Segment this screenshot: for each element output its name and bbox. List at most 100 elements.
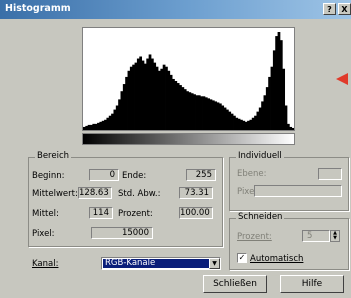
dropdown-arrow-icon[interactable]: ▼: [209, 258, 220, 269]
histogram-bar: [197, 95, 201, 130]
histogram-bar: [204, 97, 208, 130]
histogram-bar: [200, 96, 203, 130]
histogram-bar: [181, 87, 185, 131]
histogram-bar: [221, 105, 225, 130]
histogram-bar: [247, 120, 250, 130]
histogram-bar: [113, 109, 117, 130]
histogram-bar: [129, 66, 133, 130]
std-label: Std. Abw.:: [118, 189, 161, 199]
beginn-label: Beginn:: [32, 171, 65, 181]
histogram-bar: [258, 107, 262, 130]
histogram-bar: [188, 92, 192, 130]
histogram-bar: [134, 62, 138, 131]
histogram-bar: [153, 62, 157, 131]
histogram-bar: [286, 123, 290, 131]
kanal-label: Kanal:: [32, 259, 59, 269]
histogram-bar: [270, 66, 274, 130]
histogram-bar: [143, 63, 147, 130]
histogram-bar: [268, 76, 271, 130]
close-button[interactable]: Schließen: [203, 275, 267, 293]
schneiden-prozent-label: Prozent:: [237, 232, 272, 242]
std-value: 73.31: [179, 187, 213, 199]
histogram-bar: [282, 68, 286, 130]
histogram-bar: [169, 74, 173, 131]
histogram-bar: [256, 111, 260, 131]
histogram-bar: [104, 119, 107, 130]
histogram-bar: [97, 122, 100, 130]
histogram-bar: [122, 84, 126, 130]
histogram-bar: [115, 105, 119, 130]
ebene-value: [318, 168, 342, 180]
help-title-button[interactable]: ?: [323, 3, 336, 15]
prozent-spinner[interactable]: ▲ ▼: [330, 230, 340, 242]
histogram-bar: [265, 87, 269, 131]
histogram-bar: [136, 58, 140, 130]
red-arrow-icon: [336, 73, 348, 85]
mittel-value: 114: [89, 207, 113, 219]
histogram-bar: [284, 105, 288, 130]
histogram-bar: [111, 113, 114, 130]
histogram-bar: [90, 124, 93, 130]
prozent-value: 100.00: [179, 207, 213, 219]
histogram-bar: [146, 58, 150, 130]
histogram-bar: [214, 101, 218, 130]
histogram-bar: [141, 60, 145, 130]
individuell-title: Individuell: [236, 151, 284, 161]
histogram-bar: [249, 119, 253, 130]
ebene-label: Ebene:: [237, 169, 267, 179]
histogram-bar: [165, 66, 168, 130]
histogram-bar: [230, 113, 234, 130]
histogram-bar: [120, 91, 124, 130]
kanal-select[interactable]: RGB-Kanäle ▼: [101, 257, 221, 270]
automatisch-checkbox[interactable]: ✓: [237, 253, 247, 263]
histogram-bar: [106, 117, 110, 130]
bereich-title: Bereich: [35, 151, 72, 161]
histogram-bar: [85, 125, 89, 130]
histogram-bar: [228, 111, 232, 131]
mittelwert-label: Mittelwert:: [32, 189, 78, 199]
histogram-chart: [83, 32, 295, 131]
mittelwert-value: 128.63: [78, 187, 112, 199]
individuell-group: Individuell: [229, 151, 349, 211]
kanal-selected-value[interactable]: RGB-Kanäle: [103, 259, 209, 268]
tonal-gradient-bar: [82, 133, 295, 145]
histogram-bar: [158, 70, 161, 130]
histogram-bar: [92, 123, 96, 131]
histogram-bar: [162, 64, 166, 130]
histogram-bar: [99, 121, 103, 130]
histogram-bar: [155, 66, 159, 130]
automatisch-label[interactable]: Automatisch: [250, 254, 303, 264]
histogram-dialog: Histogramm ? X Bereich Beginn: 0 Ende: 2…: [0, 0, 351, 298]
histogram-bar: [263, 95, 267, 130]
histogram-bar: [94, 123, 98, 131]
histogram-bar: [240, 119, 243, 130]
histogram-bar: [132, 64, 135, 130]
schneiden-prozent-field[interactable]: 5: [302, 230, 330, 242]
histogram-bar: [172, 78, 175, 130]
histogram-bar: [242, 120, 246, 130]
histogram-bar: [223, 107, 227, 130]
histogram-bar: [279, 40, 283, 130]
help-button[interactable]: Hilfe: [280, 275, 344, 293]
histogram-bar: [289, 126, 293, 130]
histogram-bar: [190, 93, 194, 130]
histogram-bar: [251, 117, 255, 130]
histogram-bar: [272, 50, 276, 131]
histogram-bar: [275, 36, 278, 130]
title-bar[interactable]: Histogramm ? X: [0, 0, 351, 19]
beginn-value: 0: [89, 169, 119, 181]
histogram-bar: [160, 68, 164, 130]
close-title-button[interactable]: X: [338, 3, 351, 15]
histogram-bar: [108, 115, 112, 130]
histogram-bar: [148, 54, 152, 130]
histogram-bar: [218, 103, 222, 130]
histogram-bar: [244, 121, 248, 130]
histogram-bar: [193, 94, 196, 130]
ende-label: Ende:: [122, 171, 147, 181]
histogram-bar: [291, 127, 295, 130]
histogram-bar: [101, 120, 105, 130]
histogram-bar: [167, 70, 171, 130]
histogram-bar: [87, 124, 91, 130]
histogram-bar: [83, 126, 86, 130]
histogram-bar: [233, 115, 236, 130]
